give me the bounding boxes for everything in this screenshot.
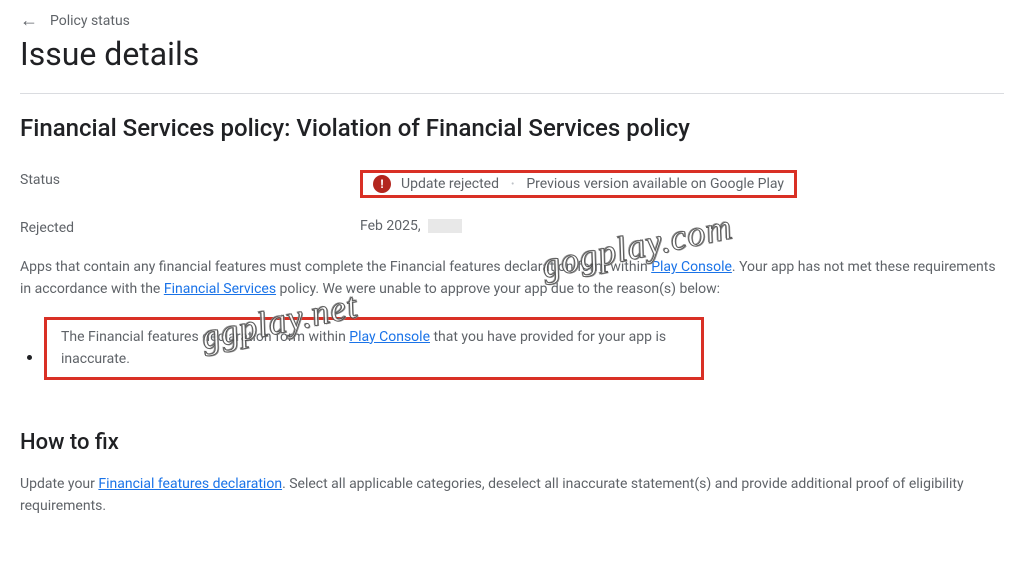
reason-list: The Financial features declaration form … [20,317,1004,380]
status-highlight: ! Update rejected • Previous version ava… [360,170,797,198]
desc-suffix: policy. We were unable to approve your a… [276,281,720,297]
status-label: Status [20,170,360,188]
reason-prefix: The Financial features declaration form … [61,329,349,345]
breadcrumb: ← Policy status [20,10,1004,31]
rejected-value: Feb 2025, [360,218,1004,234]
redacted-block [428,219,462,233]
status-secondary: Previous version available on Google Pla… [526,176,784,192]
reason-highlight: The Financial features declaration form … [44,317,704,380]
play-console-link-2[interactable]: Play Console [349,329,430,345]
rejected-date: Feb 2025, [360,218,421,234]
description-text: Apps that contain any financial features… [20,256,1004,301]
fix-prefix: Update your [20,476,98,492]
rejected-label: Rejected [20,218,360,236]
rejected-row: Rejected Feb 2025, [20,218,1004,236]
page-title: Issue details [20,35,1004,73]
status-primary: Update rejected [401,176,499,192]
back-arrow-icon[interactable]: ← [20,10,38,31]
status-separator: • [511,179,514,190]
policy-title: Financial Services policy: Violation of … [20,114,1004,142]
divider [20,93,1004,94]
status-value: ! Update rejected • Previous version ava… [360,170,1004,198]
how-to-fix-title: How to fix [20,430,1004,455]
financial-services-link[interactable]: Financial Services [164,281,276,297]
fix-text: Update your Financial features declarati… [20,473,1004,518]
error-icon: ! [373,175,391,193]
status-row: Status ! Update rejected • Previous vers… [20,170,1004,198]
reason-item: The Financial features declaration form … [44,317,1004,380]
breadcrumb-label[interactable]: Policy status [50,13,130,29]
financial-features-link[interactable]: Financial features declaration [98,476,282,492]
desc-prefix: Apps that contain any financial features… [20,259,651,275]
play-console-link[interactable]: Play Console [651,259,732,275]
